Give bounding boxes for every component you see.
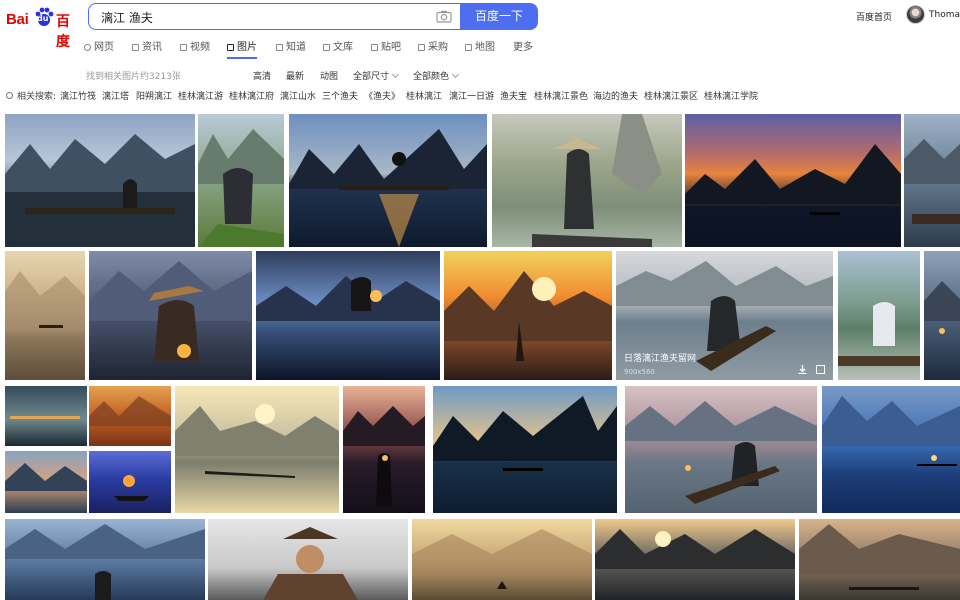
image-result[interactable] xyxy=(625,386,817,513)
image-result[interactable] xyxy=(822,386,960,513)
tab-images[interactable]: 图片 xyxy=(227,38,257,53)
result-count: 找到相关图片约3213张 xyxy=(86,72,181,82)
tab-tieba[interactable]: 贴吧 xyxy=(371,38,401,53)
related-link[interactable]: 阳朔漓江 xyxy=(136,89,172,102)
document-icon xyxy=(323,44,330,51)
image-result[interactable] xyxy=(256,251,440,380)
image-result[interactable] xyxy=(444,251,612,380)
related-link[interactable]: 漓江塔 xyxy=(102,89,129,102)
image-result[interactable] xyxy=(208,519,408,600)
image-result[interactable] xyxy=(289,114,487,247)
related-link[interactable]: 渔夫宝 xyxy=(500,89,527,102)
related-search-label: 相关搜索: xyxy=(6,89,56,102)
filter-latest[interactable]: 最新 xyxy=(286,69,304,82)
related-link[interactable]: 漓江竹筏 xyxy=(60,89,96,102)
user-name[interactable]: Thomas xyxy=(929,10,960,20)
related-link[interactable]: 桂林漓江景色 xyxy=(534,89,588,102)
baidu-home-link[interactable]: 百度首页 xyxy=(856,10,892,23)
filter-hd[interactable]: 高清 xyxy=(253,69,271,82)
related-link[interactable]: 三个渔夫 xyxy=(322,89,358,102)
shopping-icon xyxy=(418,44,425,51)
search-box[interactable]: 漓江 渔夫 xyxy=(88,3,460,30)
related-link[interactable]: 漓江一日游 xyxy=(449,89,494,102)
tab-map[interactable]: 地图 xyxy=(465,38,495,53)
image-result[interactable] xyxy=(198,114,284,247)
map-icon xyxy=(465,44,472,51)
image-result[interactable] xyxy=(5,519,205,600)
image-result[interactable] xyxy=(175,386,339,513)
news-icon xyxy=(132,44,139,51)
tab-web[interactable]: 网页 xyxy=(84,38,114,53)
related-link[interactable]: 桂林漓江 xyxy=(406,89,442,102)
image-result[interactable] xyxy=(799,519,960,600)
image-result[interactable] xyxy=(89,251,252,380)
related-link[interactable]: 桂林漓江游 xyxy=(178,89,223,102)
image-caption: 日落漓江渔夫留网 xyxy=(624,354,697,364)
image-result[interactable] xyxy=(412,519,592,600)
image-result[interactable] xyxy=(685,114,901,247)
image-size: 900x560 xyxy=(624,368,655,376)
video-icon xyxy=(180,44,187,51)
baidu-logo[interactable]: Bai du 百度 xyxy=(6,6,80,50)
tab-caigou[interactable]: 采购 xyxy=(418,38,448,53)
image-result[interactable] xyxy=(5,386,87,446)
tab-wenku[interactable]: 文库 xyxy=(323,38,353,53)
tab-zhidao[interactable]: 知道 xyxy=(276,38,306,53)
image-result[interactable] xyxy=(343,386,425,513)
search-input[interactable]: 漓江 渔夫 xyxy=(101,9,153,26)
download-icon[interactable] xyxy=(798,365,807,374)
chevron-down-icon xyxy=(391,70,400,79)
image-result[interactable] xyxy=(89,386,171,446)
chevron-down-icon xyxy=(451,70,460,79)
related-link[interactable]: 桂林漓江府 xyxy=(229,89,274,102)
camera-icon[interactable] xyxy=(436,10,452,23)
filter-size[interactable]: 全部尺寸 xyxy=(353,69,400,82)
tab-more[interactable]: 更多 xyxy=(513,38,533,53)
search-icon xyxy=(6,92,13,99)
image-result[interactable] xyxy=(595,519,795,600)
image-result[interactable] xyxy=(5,114,195,247)
image-result[interactable] xyxy=(924,251,960,380)
related-link[interactable]: 桂林漓江景区 xyxy=(644,89,698,102)
image-result[interactable] xyxy=(838,251,920,380)
search-icon xyxy=(84,44,91,51)
logo-text-bai: Bai xyxy=(6,11,29,28)
hovered-image-result[interactable]: 日落漓江渔夫留网 900x560 xyxy=(616,251,833,380)
tab-video[interactable]: 视频 xyxy=(180,38,210,53)
image-result[interactable] xyxy=(492,114,682,247)
image-result[interactable] xyxy=(904,114,960,247)
related-link[interactable]: 《渔夫》 xyxy=(364,89,400,102)
avatar[interactable] xyxy=(906,5,925,24)
image-result[interactable] xyxy=(5,251,85,380)
image-result[interactable] xyxy=(5,451,87,513)
related-link[interactable]: 海边的渔夫 xyxy=(593,89,638,102)
logo-text-baidu-cn: 百度 xyxy=(56,14,70,50)
related-link[interactable]: 桂林漓江学院 xyxy=(704,89,758,102)
filter-animated[interactable]: 动图 xyxy=(320,69,338,82)
similar-icon[interactable] xyxy=(816,365,825,374)
forum-icon xyxy=(371,44,378,51)
related-link[interactable]: 漓江山水 xyxy=(280,89,316,102)
logo-text-du: du xyxy=(37,14,49,23)
question-icon xyxy=(276,44,283,51)
image-icon xyxy=(227,44,234,51)
search-button[interactable]: 百度一下 xyxy=(460,3,538,30)
image-result[interactable] xyxy=(433,386,617,513)
tab-news[interactable]: 资讯 xyxy=(132,38,162,53)
active-tab-underline xyxy=(227,57,257,59)
filter-color[interactable]: 全部颜色 xyxy=(413,69,460,82)
image-result[interactable] xyxy=(89,451,171,513)
